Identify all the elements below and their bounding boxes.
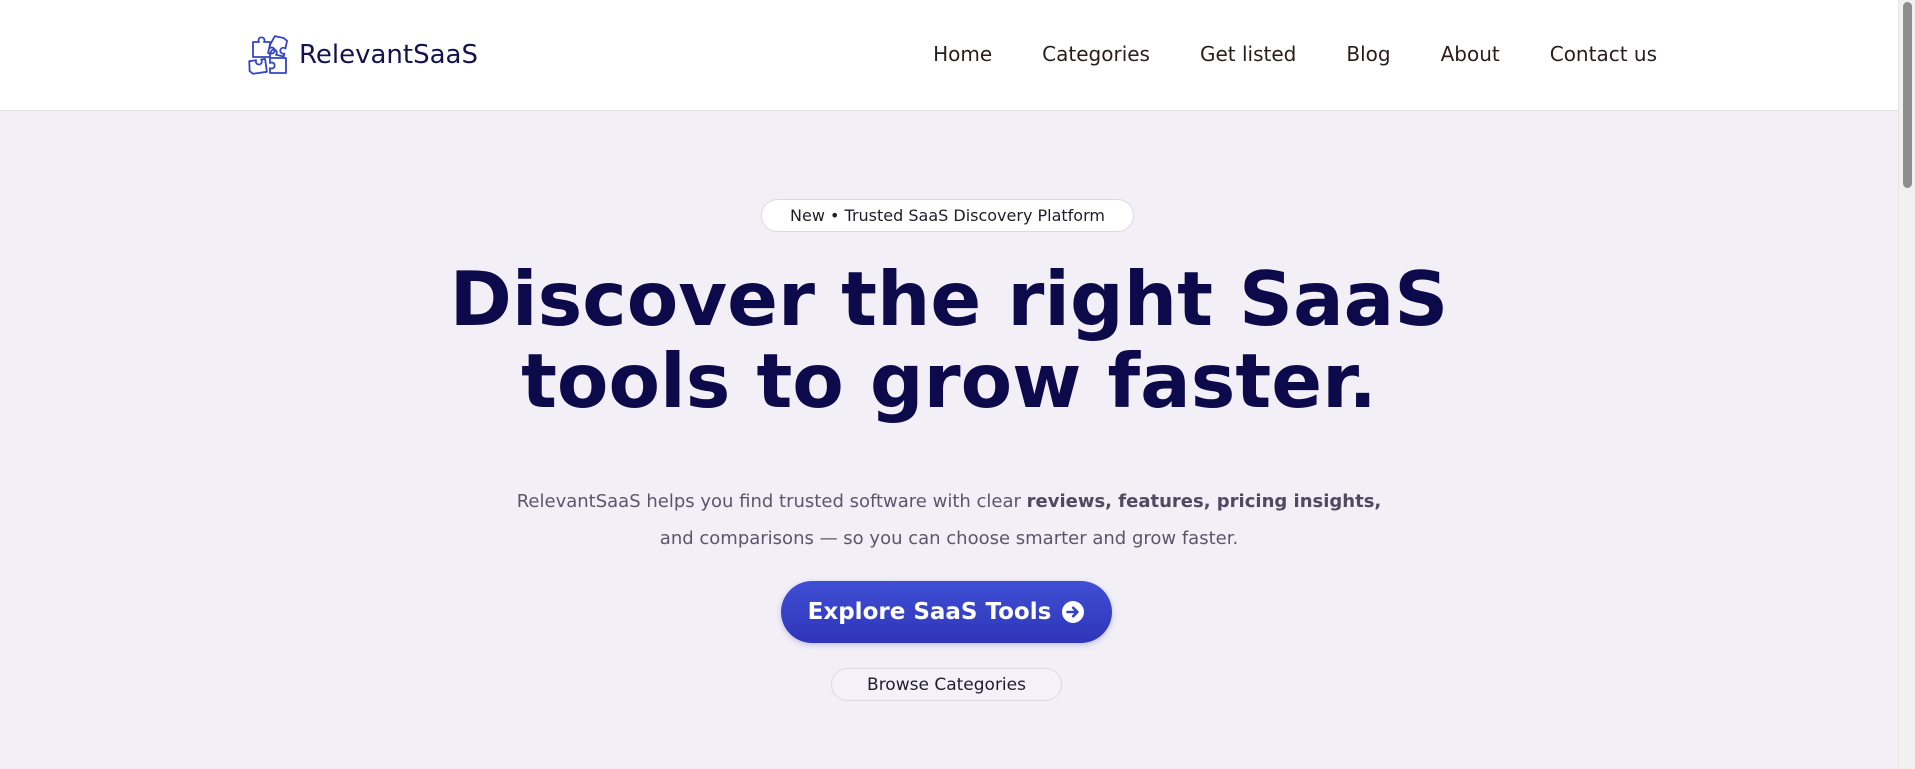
explore-saas-tools-label: Explore SaaS Tools bbox=[807, 599, 1052, 625]
hero-section: New • Trusted SaaS Discovery Platform Di… bbox=[0, 111, 1898, 769]
hero-subtitle-text-2: and comparisons — so you can choose smar… bbox=[659, 528, 1239, 549]
main-nav: Home Categories Get listed Blog About Co… bbox=[933, 40, 1657, 68]
hero-subtitle-text-1: RelevantSaaS helps you find trusted soft… bbox=[516, 491, 1027, 512]
puzzle-logo-icon bbox=[248, 35, 288, 75]
hero-subtitle-highlight: reviews, features, pricing insights, bbox=[1026, 491, 1382, 512]
brand-name: RelevantSaaS bbox=[299, 40, 478, 70]
page-scrollbar[interactable] bbox=[1898, 0, 1915, 769]
browse-categories-button[interactable]: Browse Categories bbox=[831, 668, 1062, 701]
site-header: RelevantSaaS Home Categories Get listed … bbox=[0, 0, 1898, 111]
scrollbar-thumb[interactable] bbox=[1903, 2, 1912, 188]
nav-link-home[interactable]: Home bbox=[933, 40, 992, 68]
nav-link-get-listed[interactable]: Get listed bbox=[1200, 40, 1296, 68]
brand-logo-link[interactable]: RelevantSaaS bbox=[246, 32, 478, 78]
nav-link-contact-us[interactable]: Contact us bbox=[1550, 40, 1657, 68]
page: RelevantSaaS Home Categories Get listed … bbox=[0, 0, 1915, 769]
nav-link-blog[interactable]: Blog bbox=[1346, 40, 1390, 68]
hero-badge: New • Trusted SaaS Discovery Platform bbox=[761, 199, 1134, 232]
nav-link-about[interactable]: About bbox=[1441, 40, 1500, 68]
arrow-circle-right-icon bbox=[1062, 601, 1085, 623]
hero-title: Discover the right SaaS tools to grow fa… bbox=[349, 258, 1549, 422]
explore-saas-tools-button[interactable]: Explore SaaS Tools bbox=[781, 581, 1112, 643]
nav-link-categories[interactable]: Categories bbox=[1042, 40, 1150, 68]
hero-title-line-1: Discover the right SaaS bbox=[449, 255, 1449, 343]
hero-title-line-2: tools to grow faster. bbox=[521, 337, 1377, 425]
hero-subtitle: RelevantSaaS helps you find trusted soft… bbox=[499, 483, 1399, 557]
